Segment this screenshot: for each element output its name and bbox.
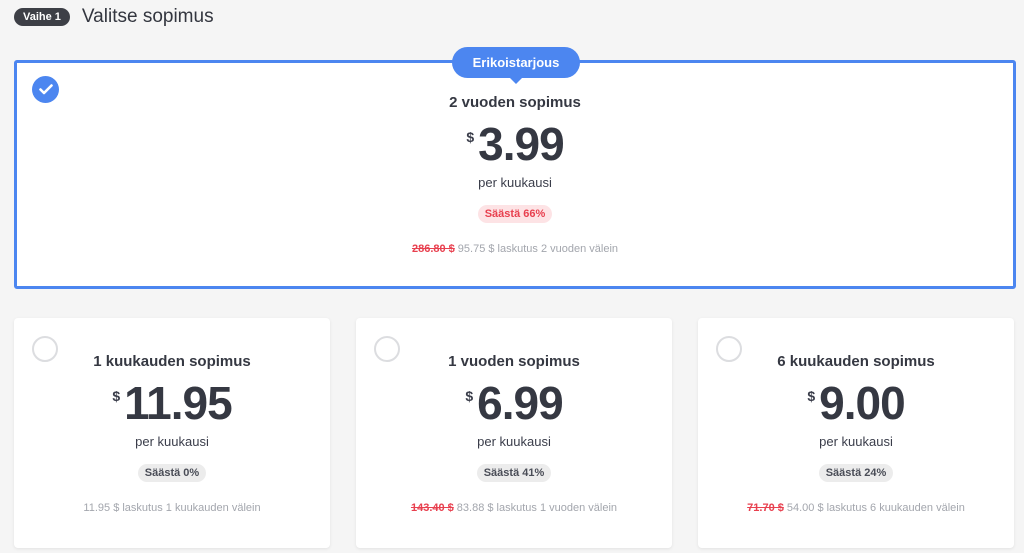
plan-card-1-month[interactable]: 1 kuukauden sopimus $ 11.95 per kuukausi…	[14, 318, 330, 548]
plan-name: 2 vuoden sopimus	[449, 94, 581, 111]
page-title: Valitse sopimus	[81, 6, 214, 27]
billing-text: 11.95 $ laskutus 1 kuukauden välein	[83, 502, 261, 514]
plan-card-content: 6 kuukauden sopimus $ 9.00 per kuukausi …	[698, 353, 1014, 514]
old-price: 71.70 $	[747, 502, 784, 514]
billing-text: 95.75 $ laskutus 2 vuoden välein	[457, 243, 619, 255]
price: 9.00	[819, 377, 906, 429]
plan-card-content: 2 vuoden sopimus $ 3.99 per kuukausi Sää…	[17, 94, 1013, 255]
special-offer-ribbon: Erikoistarjous	[452, 47, 580, 84]
price-row: $ 3.99	[466, 118, 565, 170]
price: 11.95	[124, 377, 233, 429]
savings-badge: Säästä 24%	[818, 464, 894, 482]
price-row: $ 6.99	[465, 377, 564, 429]
billing-info: 143.40 $83.88 $ laskutus 1 vuoden välein	[411, 502, 617, 514]
currency-symbol: $	[112, 388, 121, 404]
plan-card-content: 1 kuukauden sopimus $ 11.95 per kuukausi…	[14, 353, 330, 514]
savings-badge: Säästä 0%	[137, 464, 207, 482]
billing-text: 83.88 $ laskutus 1 vuoden välein	[456, 502, 618, 514]
step-header: Vaihe 1 Valitse sopimus	[14, 6, 214, 28]
old-price: 286.80 $	[411, 243, 455, 255]
price-row: $ 11.95	[112, 377, 233, 429]
billing-info: 286.80 $95.75 $ laskutus 2 vuoden välein	[412, 243, 618, 255]
step-badge: Vaihe 1	[14, 8, 70, 26]
billing-info: 11.95 $ laskutus 1 kuukauden välein	[83, 502, 260, 514]
price-period: per kuukausi	[819, 434, 893, 449]
old-price: 143.40 $	[410, 502, 454, 514]
plan-card-1-year[interactable]: 1 vuoden sopimus $ 6.99 per kuukausi Sää…	[356, 318, 672, 548]
price-row: $ 9.00	[807, 377, 906, 429]
billing-info: 71.70 $54.00 $ laskutus 6 kuukauden väle…	[747, 502, 965, 514]
savings-badge: Säästä 66%	[477, 205, 553, 223]
plan-card-6-month[interactable]: 6 kuukauden sopimus $ 9.00 per kuukausi …	[698, 318, 1014, 548]
plan-card-2-year[interactable]: Erikoistarjous 2 vuoden sopimus $ 3.99 p…	[14, 47, 1016, 289]
price: 3.99	[478, 118, 565, 170]
plan-card-content: 1 vuoden sopimus $ 6.99 per kuukausi Sää…	[356, 353, 672, 514]
price: 6.99	[477, 377, 564, 429]
plan-name: 1 vuoden sopimus	[448, 353, 580, 370]
currency-symbol: $	[466, 129, 475, 145]
currency-symbol: $	[465, 388, 474, 404]
price-period: per kuukausi	[477, 434, 551, 449]
billing-text: 54.00 $ laskutus 6 kuukauden välein	[786, 502, 965, 514]
plan-name: 6 kuukauden sopimus	[777, 353, 935, 370]
price-period: per kuukausi	[478, 175, 552, 190]
price-period: per kuukausi	[135, 434, 209, 449]
plan-name: 1 kuukauden sopimus	[93, 353, 251, 370]
savings-badge: Säästä 41%	[476, 464, 552, 482]
currency-symbol: $	[807, 388, 816, 404]
